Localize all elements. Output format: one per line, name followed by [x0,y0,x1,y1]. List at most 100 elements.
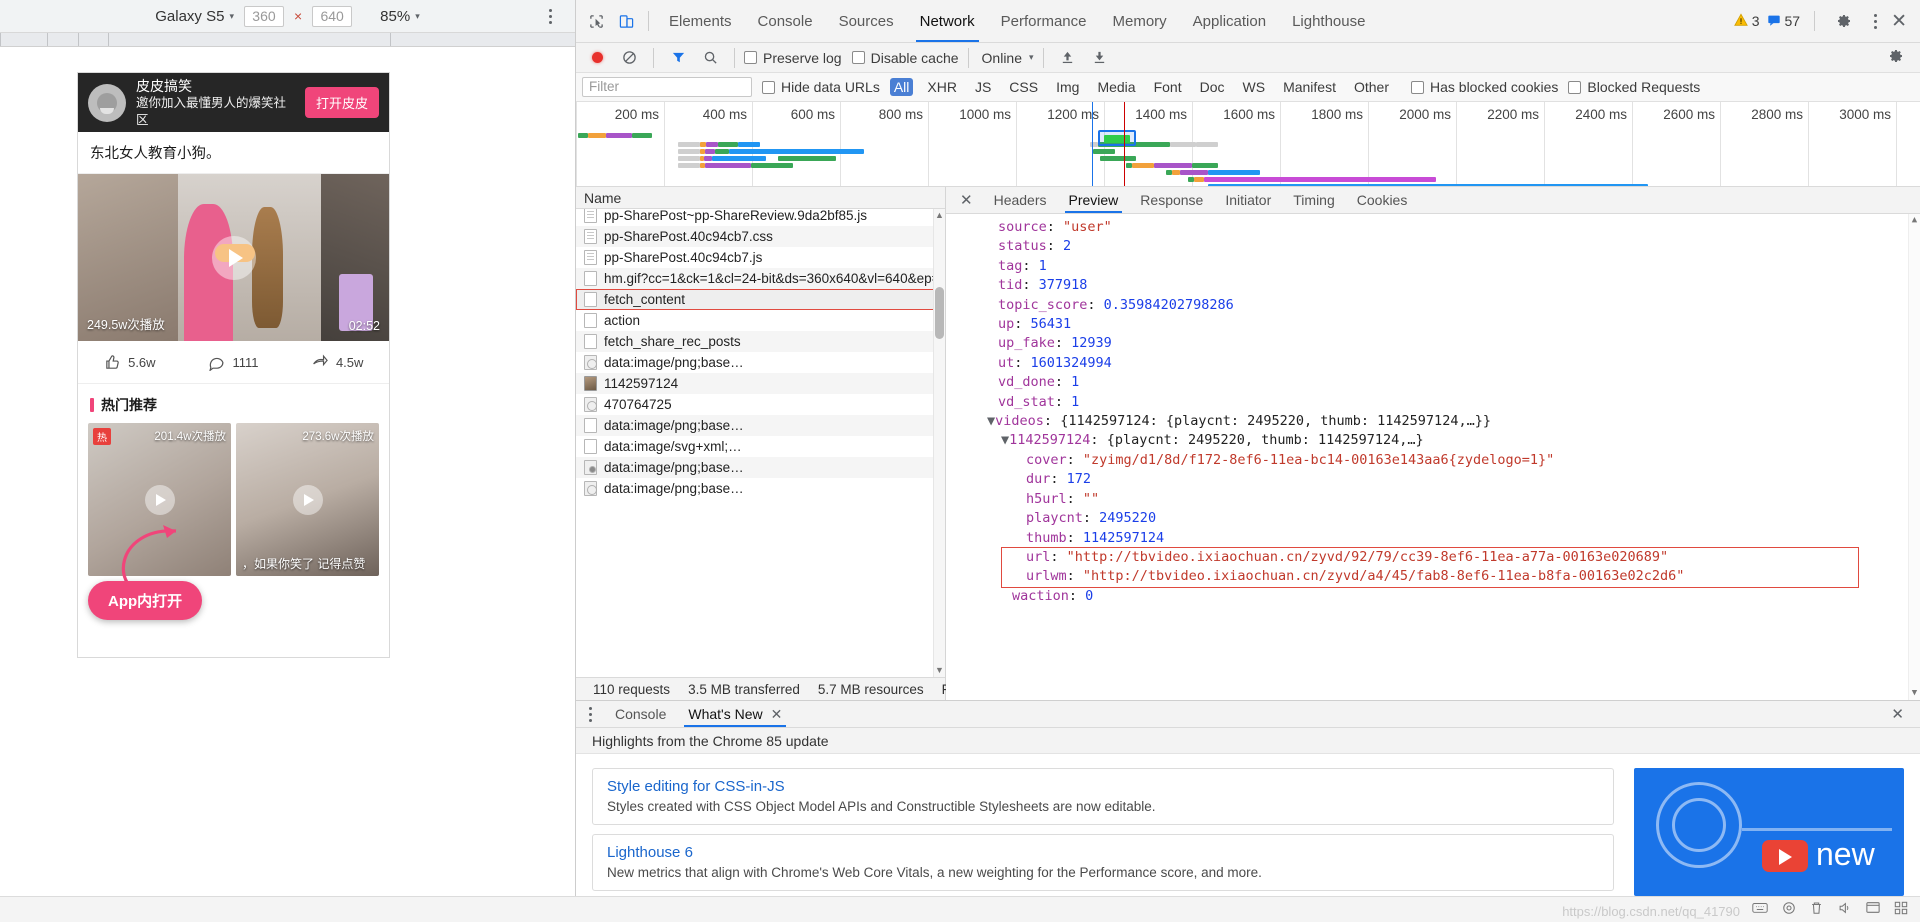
preserve-log-checkbox[interactable]: Preserve log [744,50,842,66]
tab-console[interactable]: Console [745,0,826,42]
expand-triangle-icon[interactable]: ▼ [1001,432,1009,448]
has-blocked-cookies-checkbox[interactable]: Has blocked cookies [1411,79,1558,95]
json-line[interactable]: h5url: "" [946,490,1920,509]
tab-preview[interactable]: Preview [1058,187,1130,213]
blocked-requests-checkbox[interactable]: Blocked Requests [1568,79,1700,95]
filter-type-js[interactable]: JS [971,78,995,96]
table-row[interactable]: fetch_share_rec_posts [576,331,945,352]
device-toolbar-icon[interactable] [611,6,641,36]
gear-icon[interactable] [1829,6,1859,36]
message-count[interactable]: 57 [1767,13,1800,30]
tab-lighthouse[interactable]: Lighthouse [1279,0,1378,42]
device-selector[interactable]: Galaxy S5 ▾ [155,8,234,25]
scroll-down-icon[interactable]: ▼ [1910,689,1919,698]
recommend-card[interactable]: 热 201.4w次播放 [88,423,231,576]
table-row[interactable]: pp-SharePost~pp-ShareReview.9da2bf85.js [576,209,945,226]
close-icon[interactable]: ✕ [771,706,783,723]
tab-headers[interactable]: Headers [983,187,1058,213]
warning-count[interactable]: 3 [1733,12,1760,30]
keyboard-icon[interactable] [1752,901,1768,918]
tab-cookies[interactable]: Cookies [1346,187,1419,213]
table-row[interactable]: data:image/png;base… [576,415,945,436]
drawer-tab-whats-new[interactable]: What's New ✕ [677,701,793,727]
filter-type-xhr[interactable]: XHR [923,78,961,96]
drawer-more-icon[interactable] [582,706,598,722]
json-line[interactable]: vd_done: 1 [946,373,1920,392]
json-line[interactable]: topic_score: 0.35984202798286 [946,296,1920,315]
table-row[interactable]: pp-SharePost.40c94cb7.js [576,247,945,268]
filter-type-font[interactable]: Font [1150,78,1186,96]
tab-performance[interactable]: Performance [988,0,1100,42]
json-line[interactable]: status: 2 [946,237,1920,256]
json-line[interactable]: up: 56431 [946,315,1920,334]
json-line[interactable]: dur: 172 [946,470,1920,489]
json-line[interactable]: tid: 377918 [946,276,1920,295]
json-line[interactable]: ut: 1601324994 [946,354,1920,373]
json-line[interactable]: ▼videos: {1142597124: {playcnt: 2495220,… [946,412,1920,431]
tab-memory[interactable]: Memory [1100,0,1180,42]
table-row[interactable]: 1142597124 [576,373,945,394]
play-icon[interactable] [144,484,175,515]
open-app-button[interactable]: 打开皮皮 [304,87,379,118]
export-har-icon[interactable] [1085,43,1115,73]
drawer-close-icon[interactable]: ✕ [1891,705,1914,723]
table-row-selected[interactable]: fetch_content [576,289,945,310]
table-row[interactable]: data:image/svg+xml;… [576,436,945,457]
recommend-card[interactable]: 273.6w次播放 ，如果你笑了 记得点赞 [236,423,379,576]
filter-type-ws[interactable]: WS [1239,78,1270,96]
requests-column-header[interactable]: Name [576,187,945,209]
json-line[interactable]: urlwm: "http://tbvideo.ixiaochuan.cn/zyv… [1002,567,1858,586]
table-row[interactable]: data:image/png;base… [576,457,945,478]
close-icon[interactable]: ✕ [950,191,983,209]
table-row[interactable]: data:image/png;base… [576,352,945,373]
tab-response[interactable]: Response [1129,187,1214,213]
trash-icon[interactable] [1810,901,1823,919]
window-icon[interactable] [1866,901,1880,918]
comment-action[interactable]: 1111 [182,354,286,371]
json-line[interactable]: source: "user" [946,218,1920,237]
inspect-icon[interactable] [581,6,611,36]
filter-type-all[interactable]: All [889,78,914,96]
scroll-down-icon[interactable]: ▼ [935,666,944,675]
preview-scrollbar[interactable]: ▲ ▼ [1908,214,1920,700]
scrollbar-thumb[interactable] [935,287,944,339]
filter-type-img[interactable]: Img [1052,78,1083,96]
tab-elements[interactable]: Elements [656,0,745,42]
throttling-selector[interactable]: Online ▾ [982,50,1034,66]
filter-type-manifest[interactable]: Manifest [1279,78,1340,96]
json-line[interactable]: playcnt: 2495220 [946,509,1920,528]
tab-network[interactable]: Network [907,0,988,42]
video-player[interactable]: 249.5w次播放 02:52 [78,174,389,341]
card-title[interactable]: Style editing for CSS-in-JS [607,778,1599,795]
grid-icon[interactable] [1894,901,1908,919]
tab-sources[interactable]: Sources [826,0,907,42]
network-overview[interactable]: 200 ms 400 ms 600 ms 800 ms 1000 ms 1200… [576,102,1920,187]
scroll-up-icon[interactable]: ▲ [935,211,944,220]
filter-type-other[interactable]: Other [1350,78,1393,96]
search-icon[interactable] [695,43,725,73]
device-width-input[interactable]: 360 [243,5,284,27]
table-row[interactable]: pp-SharePost.40c94cb7.css [576,226,945,247]
expand-triangle-icon[interactable]: ▼ [987,413,995,429]
play-icon[interactable] [292,484,323,515]
like-action[interactable]: 5.6w [78,354,182,371]
json-line[interactable]: url: "http://tbvideo.ixiaochuan.cn/zyvd/… [1002,548,1858,567]
disable-cache-checkbox[interactable]: Disable cache [851,50,959,66]
tab-timing[interactable]: Timing [1282,187,1346,213]
tab-initiator[interactable]: Initiator [1214,187,1282,213]
tab-application[interactable]: Application [1180,0,1279,42]
device-toolbar-more-button[interactable] [541,7,559,26]
volume-icon[interactable] [1837,901,1852,919]
filter-input[interactable]: Filter [582,77,752,97]
json-line[interactable]: vd_stat: 1 [946,393,1920,412]
filter-type-css[interactable]: CSS [1005,78,1042,96]
settings-icon[interactable] [1782,901,1796,919]
hide-data-urls-checkbox[interactable]: Hide data URLs [762,79,880,95]
zoom-selector[interactable]: 85% ▾ [380,8,420,25]
filter-icon[interactable] [663,43,693,73]
json-line[interactable]: waction: 0 [946,587,1920,606]
list-item[interactable]: Lighthouse 6 New metrics that align with… [592,834,1614,891]
filter-type-doc[interactable]: Doc [1196,78,1229,96]
card-title[interactable]: Lighthouse 6 [607,844,1599,861]
table-row[interactable]: data:image/png;base… [576,478,945,499]
